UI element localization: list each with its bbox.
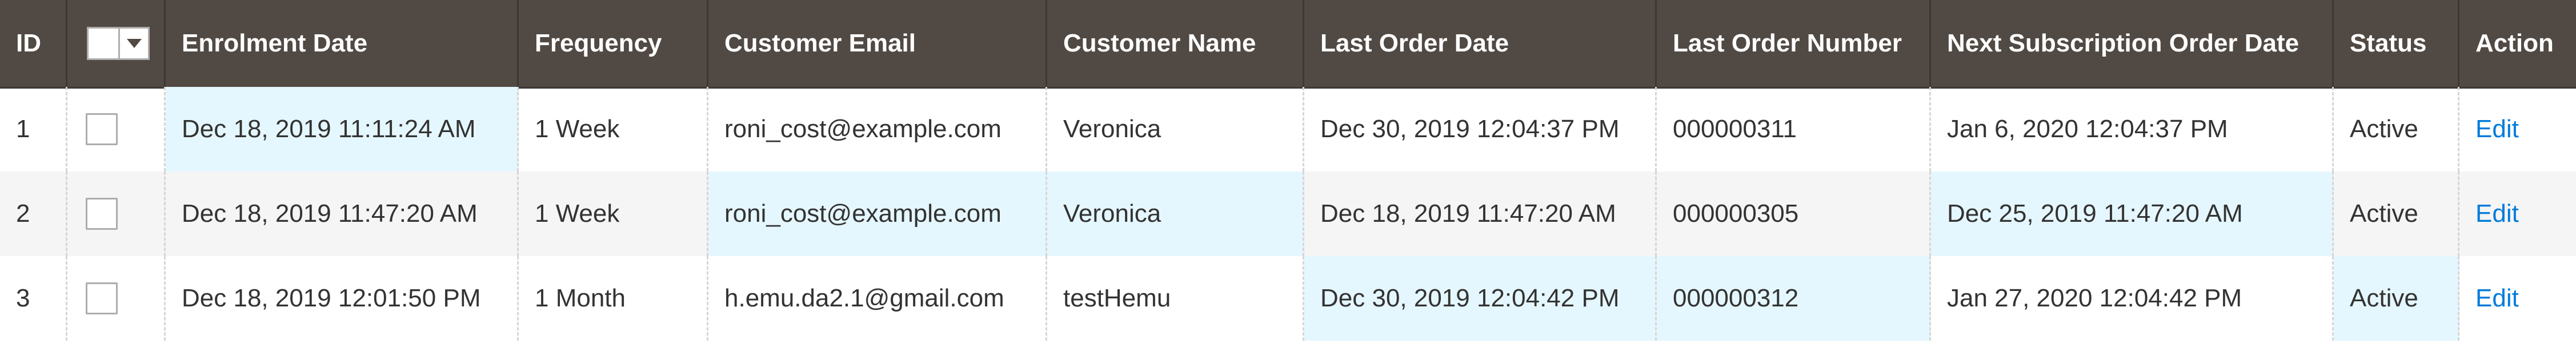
cell-status: Active [2334,172,2459,256]
cell-customer-email: h.emu.da2.1@gmail.com [708,256,1047,341]
column-header-status[interactable]: Status [2334,0,2459,87]
cell-action: Edit [2459,256,2576,341]
cell-last-order-number: 000000311 [1657,87,1931,172]
cell-last-order-number: 000000305 [1657,172,1931,256]
column-header-last-order-date[interactable]: Last Order Date [1304,0,1657,87]
cell-enrolment-date: Dec 18, 2019 11:47:20 AM [166,172,519,256]
column-header-last-order-number[interactable]: Last Order Number [1657,0,1931,87]
cell-enrolment-date: Dec 18, 2019 12:01:50 PM [166,256,519,341]
cell-id: 2 [0,172,67,256]
cell-last-order-number: 000000312 [1657,256,1931,341]
edit-link[interactable]: Edit [2475,284,2519,313]
cell-select [67,172,166,256]
cell-customer-name: Veronica [1047,172,1304,256]
cell-status: Active [2334,256,2459,341]
cell-customer-email: roni_cost@example.com [708,87,1047,172]
cell-next-subscription-order-date: Jan 27, 2020 12:04:42 PM [1931,256,2334,341]
mass-select-checkbox[interactable] [89,29,120,58]
row-select-checkbox[interactable] [86,113,118,145]
cell-frequency: 1 Month [519,256,708,341]
cell-enrolment-date: Dec 18, 2019 11:11:24 AM [166,87,519,172]
column-header-action: Action [2475,29,2554,57]
column-header-next-subscription-order-date[interactable]: Next Subscription Order Date [1931,0,2334,87]
row-select-checkbox[interactable] [86,282,118,314]
mass-select-control[interactable] [87,27,150,60]
column-header-mass-select [67,0,166,87]
column-header-customer-name[interactable]: Customer Name [1047,0,1304,87]
row-select-checkbox[interactable] [86,198,118,230]
cell-frequency: 1 Week [519,87,708,172]
cell-last-order-date: Dec 30, 2019 12:04:42 PM [1304,256,1657,341]
cell-customer-email: roni_cost@example.com [708,172,1047,256]
edit-link[interactable]: Edit [2475,200,2519,228]
subscriptions-grid: ID Enrolment Date Frequency Customer Ema… [0,0,2576,343]
cell-customer-name: Veronica [1047,87,1304,172]
cell-action: Edit [2459,172,2576,256]
grid-header: ID Enrolment Date Frequency Customer Ema… [0,0,2576,89]
table-row[interactable]: 2 Dec 18, 2019 11:47:20 AM 1 Week roni_c… [0,172,2576,256]
cell-id: 1 [0,87,67,172]
cell-next-subscription-order-date: Dec 25, 2019 11:47:20 AM [1931,172,2334,256]
chevron-down-icon[interactable] [120,29,148,58]
cell-id: 3 [0,256,67,341]
cell-last-order-date: Dec 30, 2019 12:04:37 PM [1304,87,1657,172]
table-row[interactable]: 1 Dec 18, 2019 11:11:24 AM 1 Week roni_c… [0,87,2576,172]
column-header-id[interactable]: ID [0,0,67,87]
cell-select [67,87,166,172]
cell-action: Edit [2459,87,2576,172]
cell-customer-name: testHemu [1047,256,1304,341]
edit-link[interactable]: Edit [2475,115,2519,143]
cell-select [67,256,166,341]
cell-last-order-date: Dec 18, 2019 11:47:20 AM [1304,172,1657,256]
cell-next-subscription-order-date: Jan 6, 2020 12:04:37 PM [1931,87,2334,172]
cell-frequency: 1 Week [519,172,708,256]
table-row[interactable]: 3 Dec 18, 2019 12:01:50 PM 1 Month h.emu… [0,256,2576,341]
column-header-enrolment-date[interactable]: Enrolment Date [166,0,519,87]
cell-status: Active [2334,87,2459,172]
column-header-frequency[interactable]: Frequency [519,0,708,87]
column-header-customer-email[interactable]: Customer Email [708,0,1047,87]
